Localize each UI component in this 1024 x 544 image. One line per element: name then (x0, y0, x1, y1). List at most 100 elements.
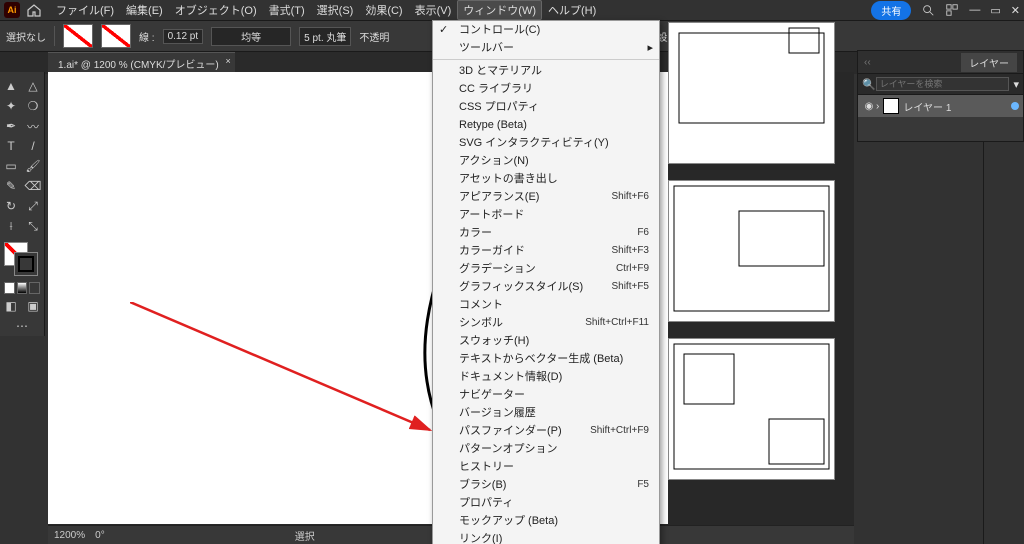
menu-entry-label: スウォッチ(H) (459, 334, 529, 348)
menu-entry[interactable]: Retype (Beta) (433, 116, 659, 134)
menu-entry[interactable]: CC ライブラリ (433, 80, 659, 98)
shaper-tool[interactable]: ✎ (0, 176, 22, 196)
lasso-tool[interactable]: ❍ (22, 96, 44, 116)
menu-item[interactable]: 表示(V) (409, 0, 458, 20)
stroke-box[interactable] (14, 252, 38, 276)
stroke-swatch[interactable] (101, 24, 131, 48)
free-transform-tool[interactable]: ⤡ (22, 216, 44, 236)
layers-panel-header[interactable]: ‹‹ レイヤー (858, 51, 1023, 74)
rectangle-tool[interactable]: ▭ (0, 156, 22, 176)
menu-entry[interactable]: パスファインダー(P)Shift+Ctrl+F9 (433, 422, 659, 440)
stroke-label: 線 : (139, 29, 155, 44)
rotate-tool[interactable]: ↻ (0, 196, 22, 216)
width-tool[interactable]: ⟊ (0, 216, 22, 236)
rotate-angle[interactable]: 0° (95, 530, 105, 541)
menu-item[interactable]: オブジェクト(O) (169, 0, 263, 20)
menu-entry[interactable]: シンボルShift+Ctrl+F11 (433, 314, 659, 332)
menu-entry[interactable]: パターンオプション (433, 440, 659, 458)
menu-item[interactable]: 選択(S) (311, 0, 360, 20)
menu-entry-label: シンボル (459, 316, 503, 330)
menu-item[interactable]: ウィンドウ(W) (457, 0, 542, 20)
search-icon[interactable] (921, 3, 935, 17)
menu-entry[interactable]: グラデーションCtrl+F9 (433, 260, 659, 278)
menu-item[interactable]: ヘルプ(H) (542, 0, 602, 20)
menu-entry-label: リンク(I) (459, 532, 502, 544)
menu-item[interactable]: ファイル(F) (50, 0, 120, 20)
menu-entry[interactable]: アートボード (433, 206, 659, 224)
close-icon[interactable]: ✕ (1011, 4, 1020, 17)
arrange-icon[interactable] (945, 3, 959, 17)
menu-entry[interactable]: ナビゲーター (433, 386, 659, 404)
eraser-tool[interactable]: ⌫ (22, 176, 44, 196)
menu-entry[interactable]: ブラシ(B)F5 (433, 476, 659, 494)
thumbnail[interactable] (668, 180, 835, 322)
visibility-icon[interactable]: ◉ (862, 101, 876, 112)
menu-item[interactable]: 編集(E) (120, 0, 169, 20)
magic-wand-tool[interactable]: ✦ (0, 96, 22, 116)
menu-entry[interactable]: 3D とマテリアル (433, 62, 659, 80)
menu-entry[interactable]: ヒストリー (433, 458, 659, 476)
zoom-level[interactable]: 1200% (54, 530, 85, 541)
menu-entry[interactable]: バージョン履歴 (433, 404, 659, 422)
home-icon[interactable] (26, 2, 42, 18)
menu-entry[interactable]: アクション(N) (433, 152, 659, 170)
menu-entry[interactable]: SVG インタラクティビティ(Y) (433, 134, 659, 152)
artboard-thumbnails (668, 72, 838, 524)
maximize-icon[interactable]: ▭ (990, 4, 1000, 17)
pen-tool[interactable]: ✒ (0, 116, 22, 136)
menu-entry[interactable]: テキストからベクター生成 (Beta) (433, 350, 659, 368)
menu-item[interactable]: 効果(C) (359, 0, 408, 20)
menu-entry[interactable]: リンク(I) (433, 530, 659, 544)
paintbrush-tool[interactable]: 🖌 (22, 156, 44, 176)
menu-entry-label: モックアップ (Beta) (459, 514, 558, 528)
share-button[interactable]: 共有 (871, 1, 911, 20)
close-tab-icon[interactable]: × (225, 56, 230, 66)
direct-selection-tool[interactable]: △ (22, 76, 44, 96)
filter-icon[interactable]: ▾ (1013, 78, 1019, 91)
window-menu-dropdown: ✓コントロール(C)ツールバー▸ 3D とマテリアルCC ライブラリCSS プロパ… (432, 20, 660, 544)
thumbnail[interactable] (668, 22, 835, 164)
color-mode[interactable] (4, 282, 15, 294)
scale-tool[interactable]: ⤢ (22, 196, 44, 216)
stroke-weight-field[interactable]: 0.12 pt (163, 29, 204, 44)
fill-stroke-control[interactable] (4, 242, 38, 276)
menu-shortcut: Shift+Ctrl+F9 (590, 424, 649, 438)
line-tool[interactable]: / (22, 136, 44, 156)
none-mode[interactable] (29, 282, 40, 294)
document-tab[interactable]: 1.ai* @ 1200 % (CMYK/プレビュー) × (48, 52, 235, 74)
menu-entry[interactable]: ✓コントロール(C) (433, 21, 659, 39)
thumbnail[interactable] (668, 338, 835, 480)
menu-entry[interactable]: コメント (433, 296, 659, 314)
layers-search-input[interactable] (876, 77, 1010, 91)
layer-row[interactable]: ◉ › レイヤー 1 (858, 95, 1023, 117)
selection-tool[interactable]: ▲ (0, 76, 22, 96)
menu-item[interactable]: 書式(T) (263, 0, 311, 20)
screen-mode[interactable]: ▣ (22, 296, 44, 316)
draw-mode[interactable]: ◧ (0, 296, 22, 316)
menu-entry[interactable]: カラーガイドShift+F3 (433, 242, 659, 260)
fill-swatch[interactable] (63, 24, 93, 48)
menu-entry[interactable]: アピアランス(E)Shift+F6 (433, 188, 659, 206)
menu-entry[interactable]: カラーF6 (433, 224, 659, 242)
menu-entry[interactable]: ドキュメント情報(D) (433, 368, 659, 386)
layer-name[interactable]: レイヤー 1 (903, 99, 951, 114)
layer-target-icon[interactable] (1011, 102, 1019, 110)
menu-entry[interactable]: ツールバー▸ (433, 39, 659, 57)
curvature-tool[interactable]: 〰 (22, 116, 44, 136)
brush-field[interactable]: 5 pt. 丸筆 (299, 27, 351, 46)
menu-entry[interactable]: モックアップ (Beta) (433, 512, 659, 530)
minimize-icon[interactable]: — (969, 4, 980, 16)
menu-entry-label: コメント (459, 298, 503, 312)
menu-entry[interactable]: スウォッチ(H) (433, 332, 659, 350)
stroke-profile[interactable]: 均等 (211, 27, 291, 46)
menu-entry[interactable]: アセットの書き出し (433, 170, 659, 188)
gradient-mode[interactable] (17, 282, 28, 294)
menu-shortcut: F5 (637, 478, 649, 492)
layers-tab[interactable]: レイヤー (961, 53, 1017, 72)
menu-entry[interactable]: プロパティ (433, 494, 659, 512)
menu-entry[interactable]: グラフィックスタイル(S)Shift+F5 (433, 278, 659, 296)
edit-toolbar[interactable]: ⋯ (0, 316, 44, 336)
expand-icon[interactable]: › (876, 101, 879, 112)
menu-entry[interactable]: CSS プロパティ (433, 98, 659, 116)
type-tool[interactable]: T (0, 136, 22, 156)
